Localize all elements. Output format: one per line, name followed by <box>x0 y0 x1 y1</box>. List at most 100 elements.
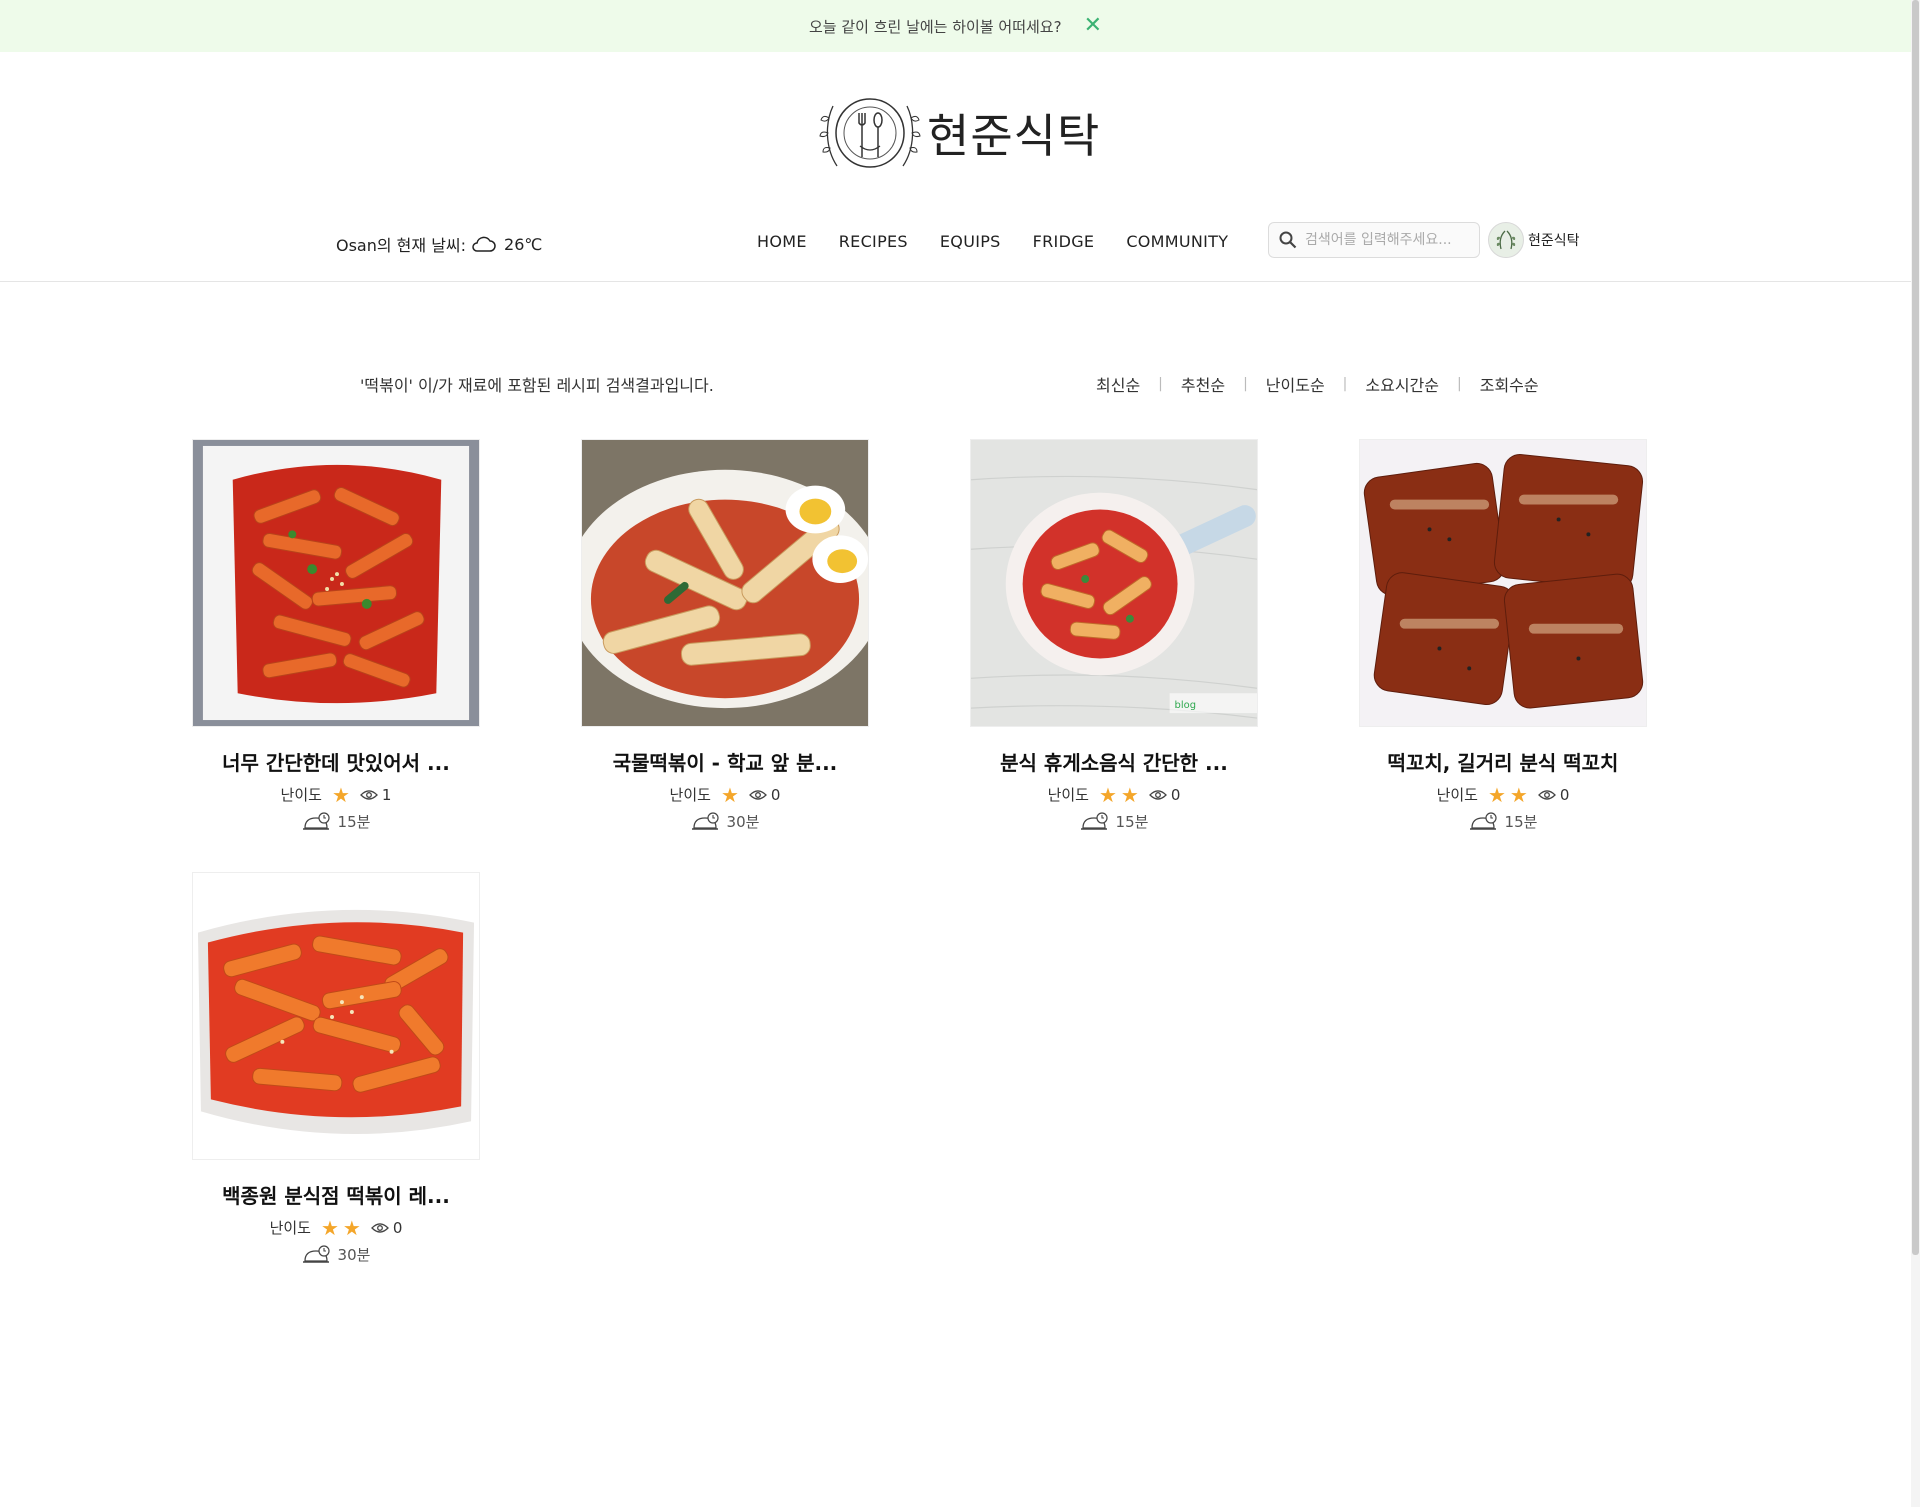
banner-message: 오늘 같이 흐린 날에는 하이볼 어떠세요? <box>808 17 1062 36</box>
recipe-title[interactable]: 국물떡볶이 - 학교 앞 분... <box>581 747 869 776</box>
sort-divider: | <box>1457 376 1462 392</box>
cloche-timer-icon <box>302 811 330 830</box>
cook-time-value: 30분 <box>337 1246 371 1264</box>
view-count: 0 <box>1537 785 1570 804</box>
recipe-card[interactable]: 국물떡볶이 - 학교 앞 분... 난이도 ★ 0 30분 <box>581 439 869 832</box>
cook-time-value: 15분 <box>1504 813 1538 831</box>
cook-time: 15분 <box>1359 811 1647 832</box>
sort-divider: | <box>1243 376 1248 392</box>
sort-latest[interactable]: 최신순 <box>1096 372 1140 396</box>
recipe-image[interactable]: blog <box>970 439 1258 727</box>
weather-label: Osan의 현재 날씨: <box>336 236 467 255</box>
recipe-meta: 난이도 ★ ★ 0 <box>970 784 1258 805</box>
sort-views[interactable]: 조회수순 <box>1480 372 1539 396</box>
difficulty-label: 난이도 <box>280 786 322 804</box>
sort-recommended[interactable]: 추천순 <box>1181 372 1225 396</box>
main-nav: HOME RECIPES EQUIPS FRIDGE COMMUNITY <box>757 232 1228 251</box>
eye-icon <box>359 789 378 800</box>
header-divider <box>0 281 1911 282</box>
cloche-timer-icon <box>302 1244 330 1263</box>
sort-options: 최신순 | 추천순 | 난이도순 | 소요시간순 | 조회수순 <box>1096 372 1539 396</box>
view-count-value: 0 <box>770 785 781 804</box>
site-logo[interactable]: 현준식탁 <box>815 88 1115 178</box>
view-count-value: 0 <box>1170 785 1181 804</box>
notice-banner: 오늘 같이 흐린 날에는 하이볼 어떠세요? ✕ <box>0 0 1911 52</box>
view-count-value: 0 <box>1559 785 1570 804</box>
view-count-value: 1 <box>381 785 392 804</box>
nav-fridge[interactable]: FRIDGE <box>1033 232 1095 251</box>
cloche-timer-icon <box>1469 811 1497 830</box>
difficulty-stars: ★ ★ <box>321 1218 361 1238</box>
recipe-title[interactable]: 떡꼬치, 길거리 분식 떡꼬치 <box>1359 747 1647 776</box>
scrollbar[interactable] <box>1911 0 1920 1507</box>
view-count: 0 <box>748 785 781 804</box>
recipe-meta: 난이도 ★ 0 <box>581 784 869 805</box>
recipe-card[interactable]: 너무 간단한데 맛있어서 ... 난이도 ★ 1 15분 <box>192 439 480 832</box>
recipe-title[interactable]: 백종원 분식점 떡볶이 레... <box>192 1180 480 1209</box>
eye-icon <box>1148 789 1167 800</box>
close-icon[interactable]: ✕ <box>1084 15 1102 37</box>
star-icon: ★ <box>1120 782 1139 807</box>
recipe-image[interactable] <box>581 439 869 727</box>
star-icon: ★ <box>1509 782 1528 807</box>
cook-time-value: 15분 <box>1115 813 1149 831</box>
logo-text: 현준식탁 <box>927 109 1101 163</box>
difficulty-label: 난이도 <box>269 1219 311 1237</box>
cook-time-value: 30분 <box>726 813 760 831</box>
cook-time: 15분 <box>970 811 1258 832</box>
search-icon[interactable] <box>1279 231 1297 249</box>
recipe-title[interactable]: 분식 휴게소음식 간단한 ... <box>970 747 1258 776</box>
cloche-timer-icon <box>1080 811 1108 830</box>
difficulty-label: 난이도 <box>1436 786 1478 804</box>
search-box[interactable] <box>1268 222 1480 258</box>
cook-time: 15분 <box>192 811 480 832</box>
recipe-image[interactable] <box>192 872 480 1160</box>
view-count-value: 0 <box>392 1218 403 1237</box>
difficulty-stars: ★ ★ <box>1488 785 1528 805</box>
header-bar: Osan의 현재 날씨: 26℃ HOME RECIPES EQUIPS FRI… <box>0 222 1911 262</box>
recipe-image[interactable] <box>192 439 480 727</box>
nav-home[interactable]: HOME <box>757 232 807 251</box>
star-icon: ★ <box>1487 782 1506 807</box>
nav-recipes[interactable]: RECIPES <box>839 232 908 251</box>
svg-text:blog: blog <box>1175 700 1196 711</box>
weather-temperature: 26℃ <box>504 234 543 254</box>
recipe-meta: 난이도 ★ ★ 0 <box>1359 784 1647 805</box>
star-icon: ★ <box>342 1215 361 1240</box>
nav-community[interactable]: COMMUNITY <box>1126 232 1228 251</box>
search-input[interactable] <box>1303 231 1467 249</box>
cook-time-value: 15분 <box>337 813 371 831</box>
sort-time[interactable]: 소요시간순 <box>1365 372 1439 396</box>
difficulty-stars: ★ <box>721 785 739 805</box>
nav-equips[interactable]: EQUIPS <box>940 232 1001 251</box>
search-result-message: '떡볶이' 이/가 재료에 포함된 레시피 검색결과입니다. <box>360 376 714 395</box>
difficulty-stars: ★ ★ <box>1099 785 1139 805</box>
recipe-image[interactable] <box>1359 439 1647 727</box>
view-count: 0 <box>370 1218 403 1237</box>
recipe-meta: 난이도 ★ ★ 0 <box>192 1217 480 1238</box>
user-name[interactable]: 현준식탁 <box>1528 230 1580 250</box>
difficulty-stars: ★ <box>332 785 350 805</box>
recipe-card[interactable]: blog 분식 휴게소음식 간단한 ... 난이도 ★ ★ 0 15분 <box>970 439 1258 832</box>
scrollbar-thumb[interactable] <box>1912 0 1919 1255</box>
cook-time: 30분 <box>192 1244 480 1265</box>
avatar[interactable] <box>1488 222 1524 258</box>
star-icon: ★ <box>331 782 350 807</box>
logo-icon <box>819 98 921 168</box>
recipe-card[interactable]: 떡꼬치, 길거리 분식 떡꼬치 난이도 ★ ★ 0 15분 <box>1359 439 1647 832</box>
recipe-card[interactable]: 백종원 분식점 떡볶이 레... 난이도 ★ ★ 0 30분 <box>192 872 480 1265</box>
cloud-icon <box>472 236 496 252</box>
cook-time: 30분 <box>581 811 869 832</box>
sort-difficulty[interactable]: 난이도순 <box>1266 372 1325 396</box>
recipe-title[interactable]: 너무 간단한데 맛있어서 ... <box>192 747 480 776</box>
sort-divider: | <box>1342 376 1348 392</box>
weather-widget: Osan의 현재 날씨: 26℃ <box>336 232 542 256</box>
view-count: 1 <box>359 785 392 804</box>
eye-icon <box>370 1222 389 1233</box>
cloche-timer-icon <box>691 811 719 830</box>
sort-divider: | <box>1158 376 1163 392</box>
user-menu[interactable]: 현준식탁 <box>1488 222 1580 258</box>
leaf-icon <box>1496 230 1516 250</box>
star-icon: ★ <box>320 1215 339 1240</box>
difficulty-label: 난이도 <box>1047 786 1089 804</box>
